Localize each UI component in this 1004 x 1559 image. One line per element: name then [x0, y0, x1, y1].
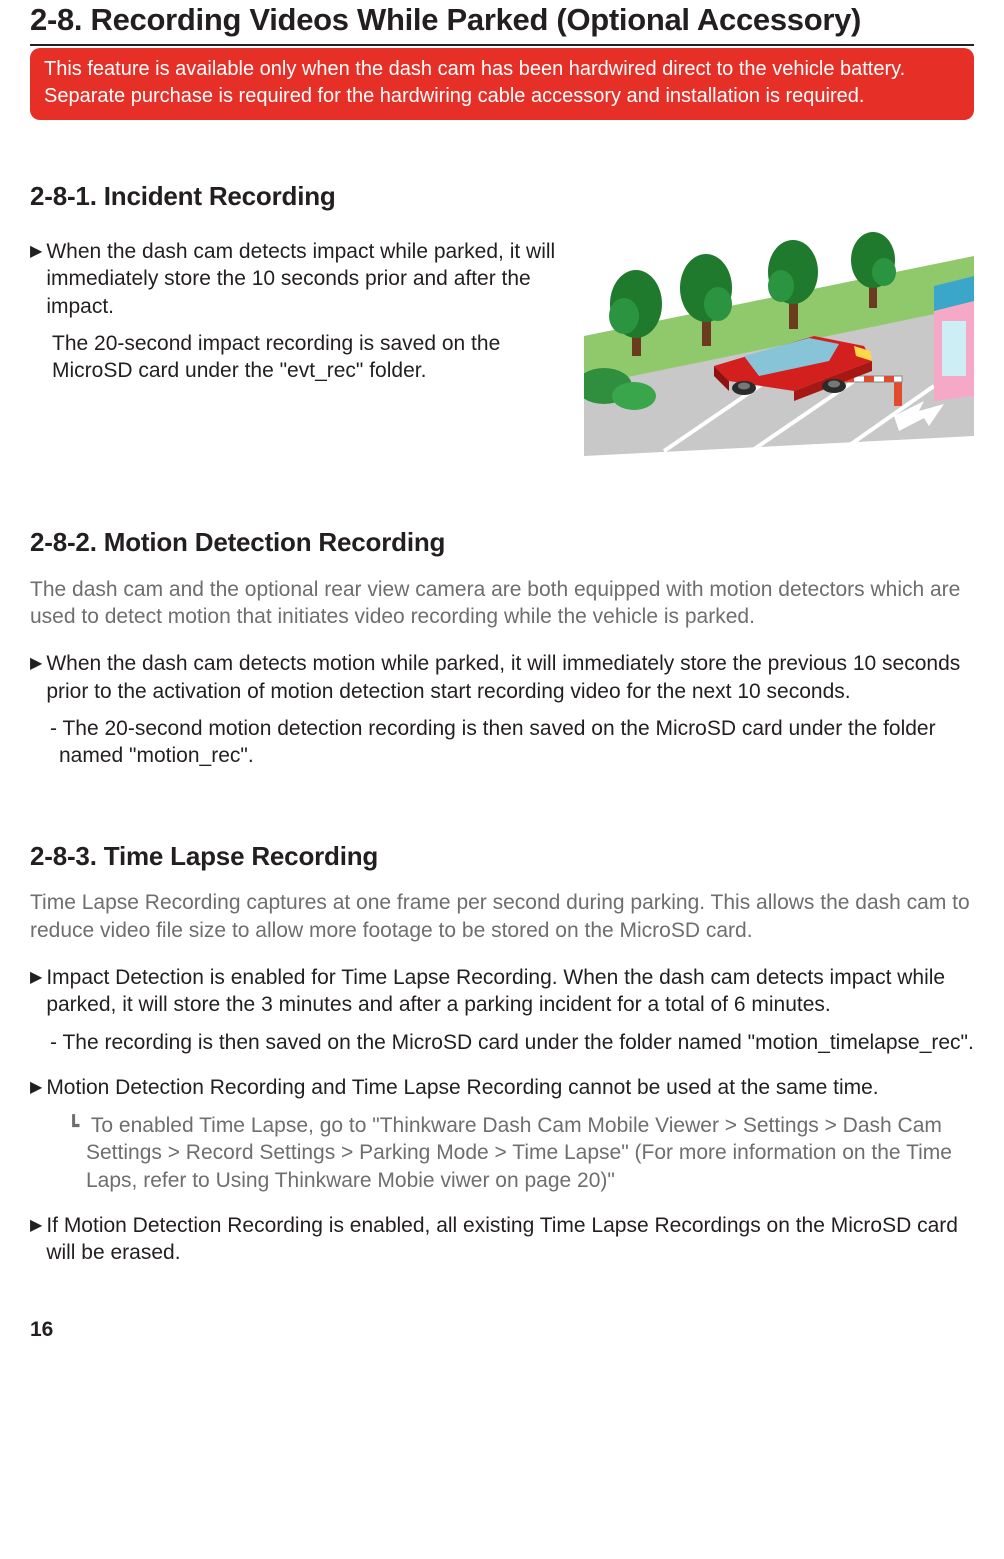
warning-banner: This feature is available only when the … [30, 48, 974, 120]
bullet-item: ▶ Motion Detection Recording and Time La… [30, 1074, 974, 1102]
triangle-bullet-icon: ▶ [30, 1074, 42, 1102]
triangle-bullet-icon: ▶ [30, 964, 42, 1019]
section-281-text: ▶ When the dash cam detects impact while… [30, 230, 564, 384]
subsection-heading-2-8-2: 2-8-2. Motion Detection Recording [30, 526, 974, 560]
section-282-intro: The dash cam and the optional rear view … [30, 576, 974, 631]
triangle-bullet-icon: ▶ [30, 650, 42, 705]
bullet-text: Motion Detection Recording and Time Laps… [46, 1074, 974, 1102]
bullet-item: ▶ When the dash cam detects impact while… [30, 238, 564, 320]
bullet-item: ▶ When the dash cam detects motion while… [30, 650, 974, 705]
triangle-bullet-icon: ▶ [30, 1212, 42, 1267]
branch-icon: ┗ [68, 1115, 91, 1137]
triangle-bullet-icon: ▶ [30, 238, 42, 320]
section-283-intro: Time Lapse Recording captures at one fra… [30, 889, 974, 944]
bullet-text: When the dash cam detects motion while p… [46, 650, 974, 705]
dash-note: - The 20-second motion detection recordi… [50, 715, 974, 770]
section-heading-2-8: 2-8. Recording Videos While Parked (Opti… [30, 0, 974, 46]
subsection-heading-2-8-3: 2-8-3. Time Lapse Recording [30, 840, 974, 874]
page-number: 16 [30, 1316, 974, 1343]
note-text: The 20-second impact recording is saved … [52, 330, 564, 385]
sub-note-text: To enabled Time Lapse, go to "Thinkware … [86, 1114, 952, 1192]
sub-note: ┗ To enabled Time Lapse, go to "Thinkwar… [68, 1112, 974, 1194]
bullet-item: ▶ Impact Detection is enabled for Time L… [30, 964, 974, 1019]
bullet-text: Impact Detection is enabled for Time Lap… [46, 964, 974, 1019]
bullet-text: If Motion Detection Recording is enabled… [46, 1212, 974, 1267]
dash-note: - The recording is then saved on the Mic… [50, 1029, 974, 1056]
parking-lot-illustration [584, 226, 974, 456]
subsection-heading-2-8-1: 2-8-1. Incident Recording [30, 180, 974, 214]
bullet-text: When the dash cam detects impact while p… [46, 238, 564, 320]
bullet-item: ▶ If Motion Detection Recording is enabl… [30, 1212, 974, 1267]
